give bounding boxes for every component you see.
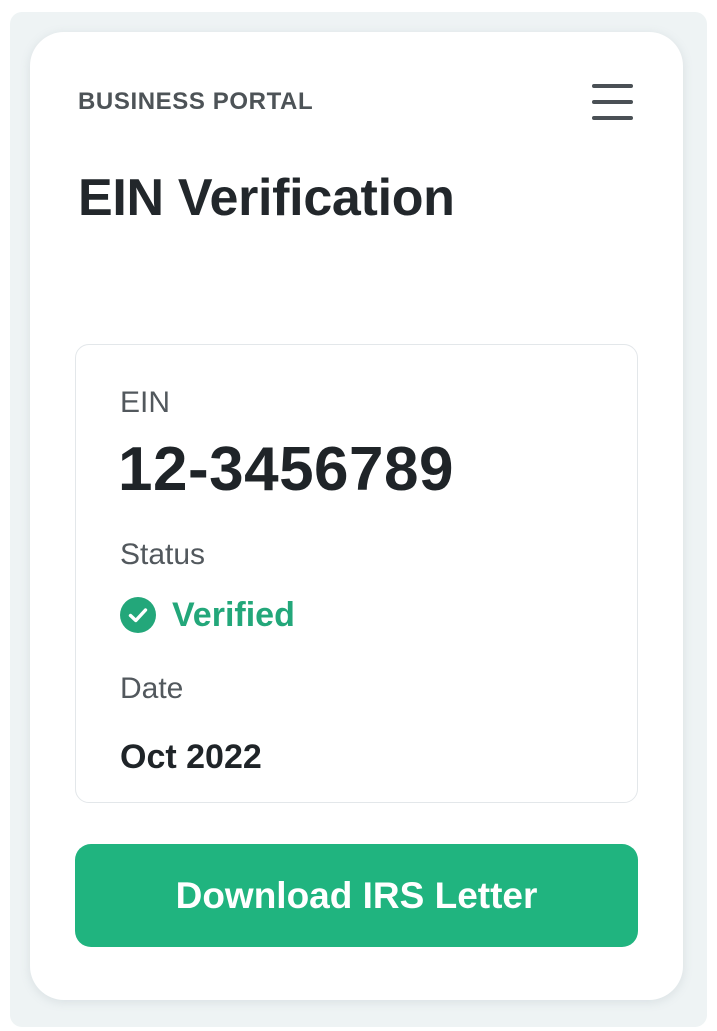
ein-verification-card: BUSINESS PORTAL EIN Verification EIN 12-… — [30, 32, 683, 1000]
status-value: Verified — [172, 596, 295, 634]
date-value: Oct 2022 — [120, 738, 262, 776]
check-circle-icon — [120, 597, 156, 633]
status-badge: Verified — [120, 595, 295, 635]
ein-value: 12-3456789 — [118, 435, 454, 504]
date-label: Date — [120, 672, 184, 705]
status-label: Status — [120, 538, 206, 571]
download-irs-letter-button[interactable]: Download IRS Letter — [75, 844, 638, 947]
menu-button[interactable] — [586, 82, 636, 122]
brand-label: BUSINESS PORTAL — [78, 88, 314, 115]
ein-details-panel: EIN 12-3456789 Status Verified Date Oct … — [75, 344, 638, 803]
page-title: EIN Verification — [78, 169, 455, 227]
ein-label: EIN — [120, 386, 171, 419]
